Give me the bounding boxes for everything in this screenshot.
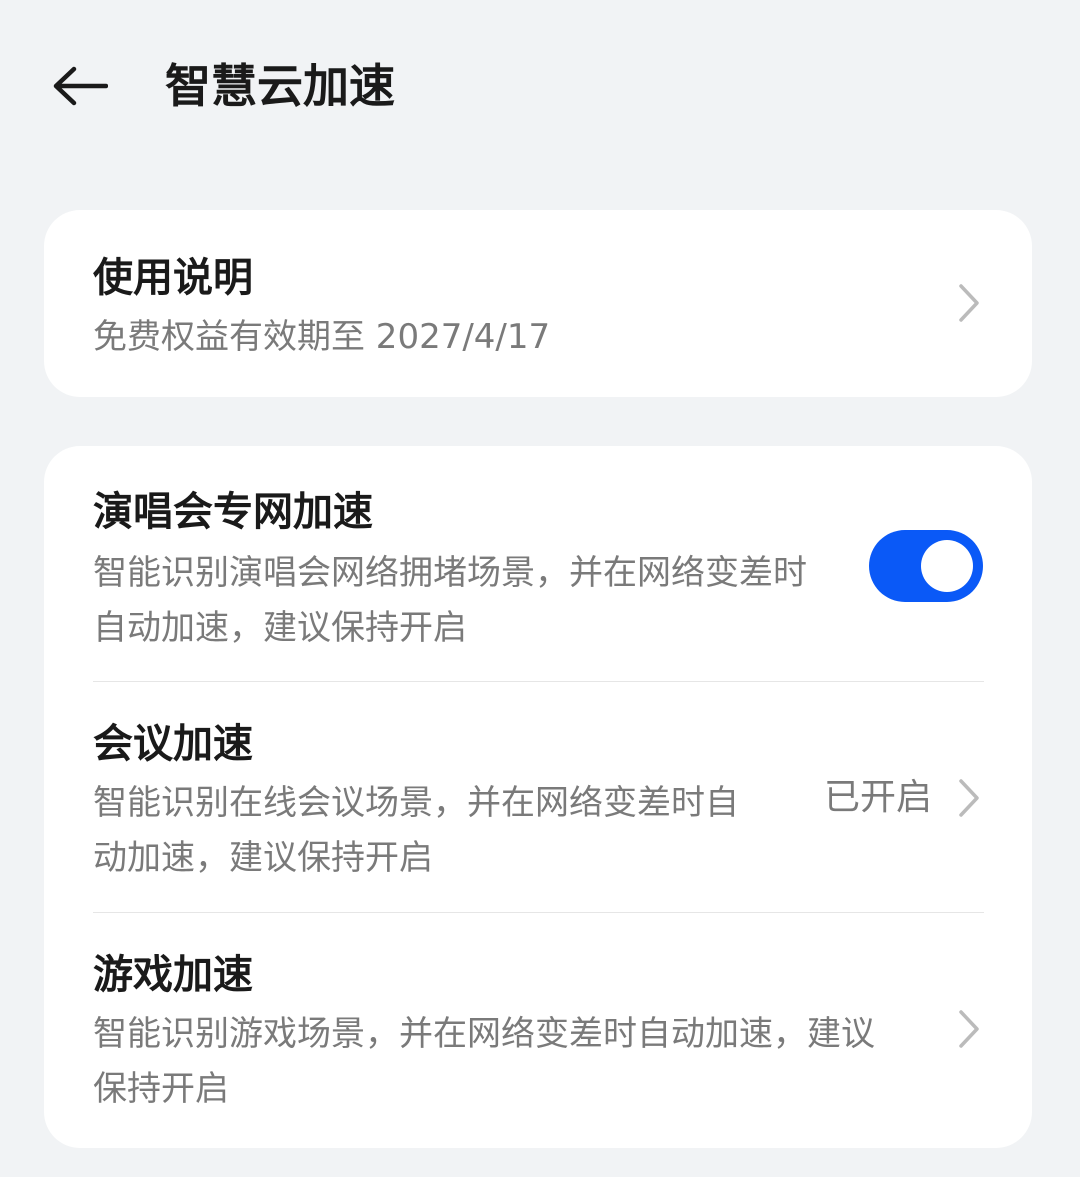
game-description: 智能识别游戏场景，并在网络变差时自动加速，建议保持开启 [93, 1014, 875, 1109]
concert-title: 演唱会专网加速 [93, 489, 373, 535]
chevron-right-icon [954, 775, 984, 821]
concert-acceleration-toggle[interactable] [869, 530, 983, 602]
meeting-title: 会议加速 [93, 721, 253, 767]
chevron-right-icon [954, 1006, 984, 1052]
toggle-knob [921, 540, 973, 592]
instructions-title: 使用说明 [93, 255, 253, 301]
back-button[interactable] [44, 50, 116, 122]
page-title: 智慧云加速 [165, 59, 395, 113]
chevron-right-icon [954, 280, 984, 326]
game-acceleration-row[interactable]: 游戏加速 智能识别游戏场景，并在网络变差时自动加速，建议保持开启 [44, 913, 1032, 1148]
instructions-subtitle: 免费权益有效期至 2027/4/17 [93, 317, 551, 357]
header-bar: 智慧云加速 [0, 40, 1080, 132]
meeting-acceleration-row[interactable]: 会议加速 智能识别在线会议场景，并在网络变差时自动加速，建议保持开启 已开启 [44, 682, 1032, 912]
smart-cloud-acceleration-screen: 智慧云加速 使用说明 免费权益有效期至 2027/4/17 演唱会专网加速 智能… [0, 0, 1080, 1177]
instructions-row[interactable]: 使用说明 免费权益有效期至 2027/4/17 [44, 210, 1032, 397]
instructions-card: 使用说明 免费权益有效期至 2027/4/17 [44, 210, 1032, 397]
concert-description: 智能识别演唱会网络拥堵场景，并在网络变差时自动加速，建议保持开启 [93, 553, 807, 648]
arrow-left-icon [53, 66, 108, 106]
meeting-status: 已开启 [824, 777, 933, 818]
game-title: 游戏加速 [93, 952, 253, 998]
meeting-description: 智能识别在线会议场景，并在网络变差时自动加速，建议保持开启 [93, 783, 739, 878]
acceleration-options-card: 演唱会专网加速 智能识别演唱会网络拥堵场景，并在网络变差时自动加速，建议保持开启… [44, 446, 1032, 1148]
concert-acceleration-row: 演唱会专网加速 智能识别演唱会网络拥堵场景，并在网络变差时自动加速，建议保持开启 [44, 446, 1032, 682]
